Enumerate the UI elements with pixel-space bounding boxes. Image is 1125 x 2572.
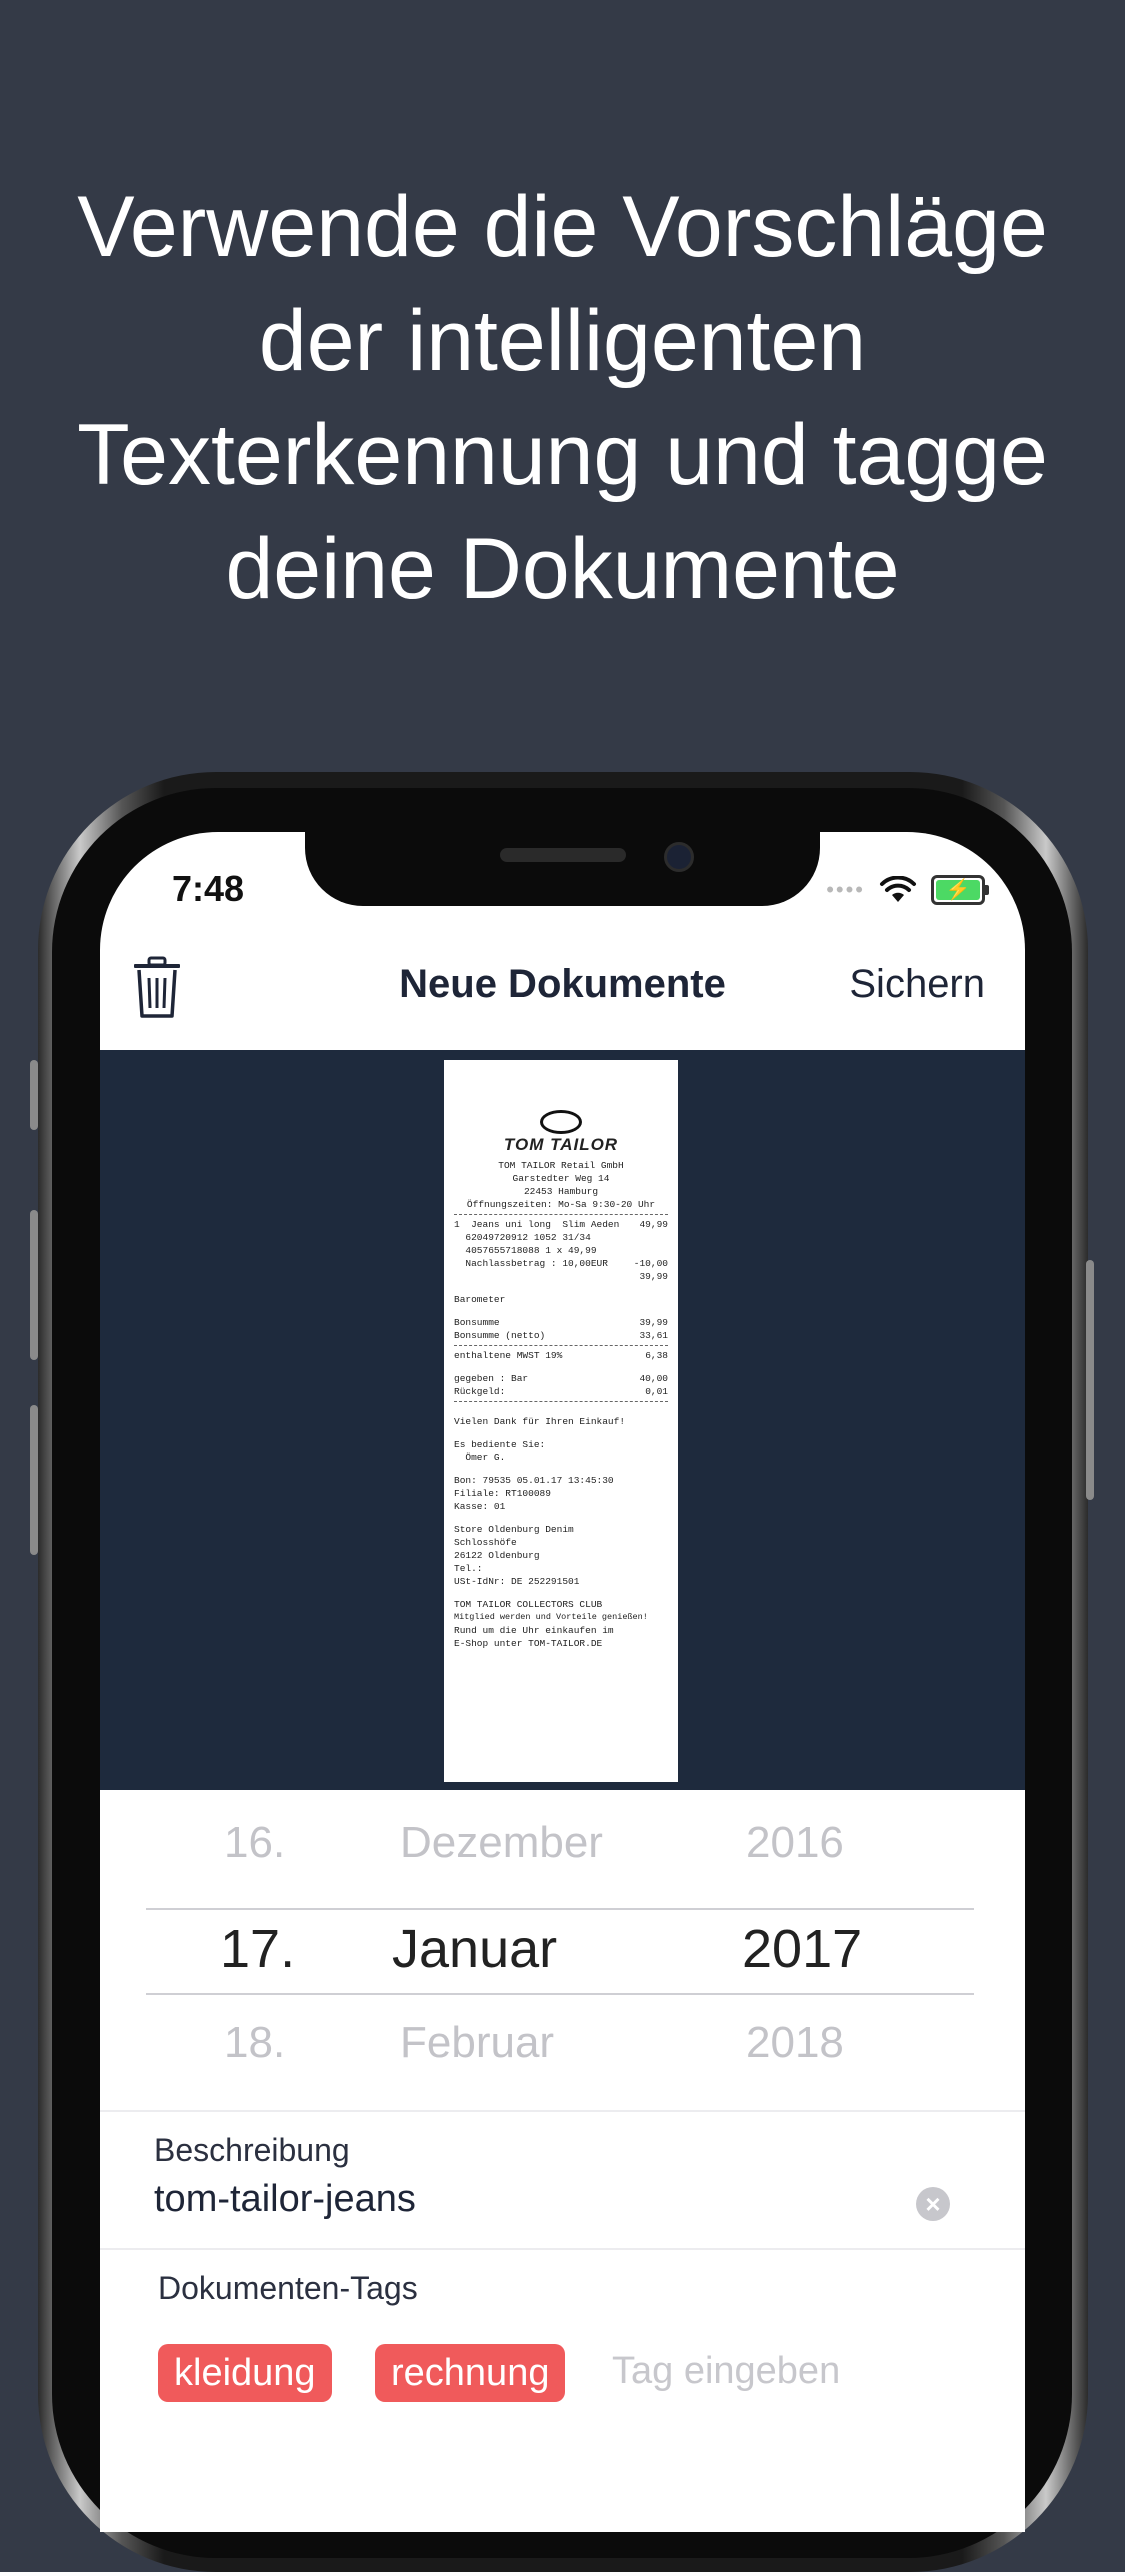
picker-year-selected[interactable]: 2017 [742,1918,862,1980]
receipt-row: Nachlassbetrag : 10,00EUR -10,00 [454,1258,668,1269]
receipt-row: 62049720912 1052 31/34 [454,1232,591,1243]
receipt-line: TOM TAILOR COLLECTORS CLUB [454,1599,603,1610]
receipt-row: Barometer [454,1294,506,1305]
tag-input[interactable]: Tag eingeben [612,2350,840,2393]
phone-screen: 7:48 •••• ⚡ Neue Dokumente Sichern TOM T… [100,832,1025,2532]
picker-day[interactable]: 16. [224,1818,285,1868]
picker-month[interactable]: Februar [400,2018,554,2068]
headline-line: der intelligenten [258,293,867,389]
receipt-image[interactable]: TOM TAILOR TOM TAILOR Retail GmbH Garste… [444,1060,678,1782]
picker-year[interactable]: 2016 [746,1818,844,1868]
tag-chip[interactable]: rechnung [375,2344,566,2402]
receipt-line: Kasse: 01 [454,1501,506,1512]
status-icons: •••• ⚡ [826,872,989,908]
receipt-line: Vielen Dank für Ihren Einkauf! [454,1416,626,1427]
tags-label: Dokumenten-Tags [158,2270,418,2306]
document-preview-area: TOM TAILOR TOM TAILOR Retail GmbH Garste… [100,1050,1025,1790]
receipt-line: Rund um die Uhr einkaufen im [454,1625,614,1636]
phone-side-button [30,1210,38,1360]
phone-side-button [30,1405,38,1555]
phone-side-button [30,1060,38,1130]
receipt-row: Bonsumme 39,99 [454,1317,668,1328]
speaker-grille [500,848,626,862]
receipt-line: Ömer G. [454,1452,506,1463]
picker-day[interactable]: 18. [224,2018,285,2068]
headline-line: deine Dokumente [225,521,900,617]
clear-icon[interactable]: × [916,2187,950,2221]
battery-charging-icon: ⚡ [931,875,989,905]
description-input[interactable]: tom-tailor-jeans [154,2178,416,2221]
headline: Verwende die Vorschläge der intelligente… [0,170,1125,626]
receipt-row: gegeben : Bar 40,00 [454,1373,668,1384]
picker-year[interactable]: 2018 [746,2018,844,2068]
receipt-brand: TOM TAILOR [503,1135,619,1154]
receipt-row: 1 Jeans uni long Slim Aeden 49,99 [454,1219,668,1230]
receipt-line: 22453 Hamburg [523,1186,599,1197]
divider [100,2110,1025,2112]
headline-line: Texterkennung und tagge [77,407,1048,503]
brand-logo-icon [540,1110,582,1134]
receipt-line: Garstedter Weg 14 [512,1173,610,1184]
receipt-row: enthaltene MWST 19% 6,38 [454,1350,668,1361]
description-label: Beschreibung [154,2132,350,2168]
date-picker[interactable]: 16. Dezember 2016 17. Januar 2017 18. Fe… [100,1790,1025,2090]
receipt-row: Rückgeld: 0,01 [454,1386,668,1397]
picker-day-selected[interactable]: 17. [220,1918,295,1980]
picker-month-selected[interactable]: Januar [392,1918,557,1980]
front-camera [664,842,694,872]
picker-month[interactable]: Dezember [400,1818,603,1868]
receipt-line: 26122 Oldenburg [454,1550,540,1561]
navigation-bar: Neue Dokumente Sichern [100,922,1025,1050]
headline-line: Verwende die Vorschläge [77,179,1048,275]
signal-dots-icon: •••• [826,877,865,902]
divider [100,2248,1025,2250]
receipt-row: 4057655718088 1 x 49,99 [454,1245,597,1256]
status-time: 7:48 [172,868,245,909]
receipt-line: Es bediente Sie: [454,1439,546,1450]
receipt-line: E-Shop unter TOM-TAILOR.DE [454,1638,603,1649]
save-button[interactable]: Sichern [849,962,985,1007]
receipt-row: 39,99 [639,1271,668,1282]
wifi-icon [880,876,916,902]
phone-notch [305,832,820,906]
receipt-line: Filiale: RT100089 [454,1488,551,1499]
receipt-line: Bon: 79535 05.01.17 13:45:30 [454,1475,614,1486]
receipt-line: Store Oldenburg Denim [454,1524,574,1535]
receipt-line: Tel.: [454,1563,483,1574]
receipt-line: Öffnungszeiten: Mo-Sa 9:30-20 Uhr [466,1199,656,1210]
receipt-line: USt-IdNr: DE 252291501 [454,1576,580,1587]
receipt-line: Schlosshöfe [454,1537,517,1548]
receipt-line: Mitglied werden und Vorteile genießen! [454,1612,648,1622]
receipt-row: Bonsumme (netto) 33,61 [454,1330,668,1341]
tag-chip[interactable]: kleidung [158,2344,332,2402]
phone-side-button [1086,1260,1094,1500]
receipt-line: TOM TAILOR Retail GmbH [498,1160,624,1171]
